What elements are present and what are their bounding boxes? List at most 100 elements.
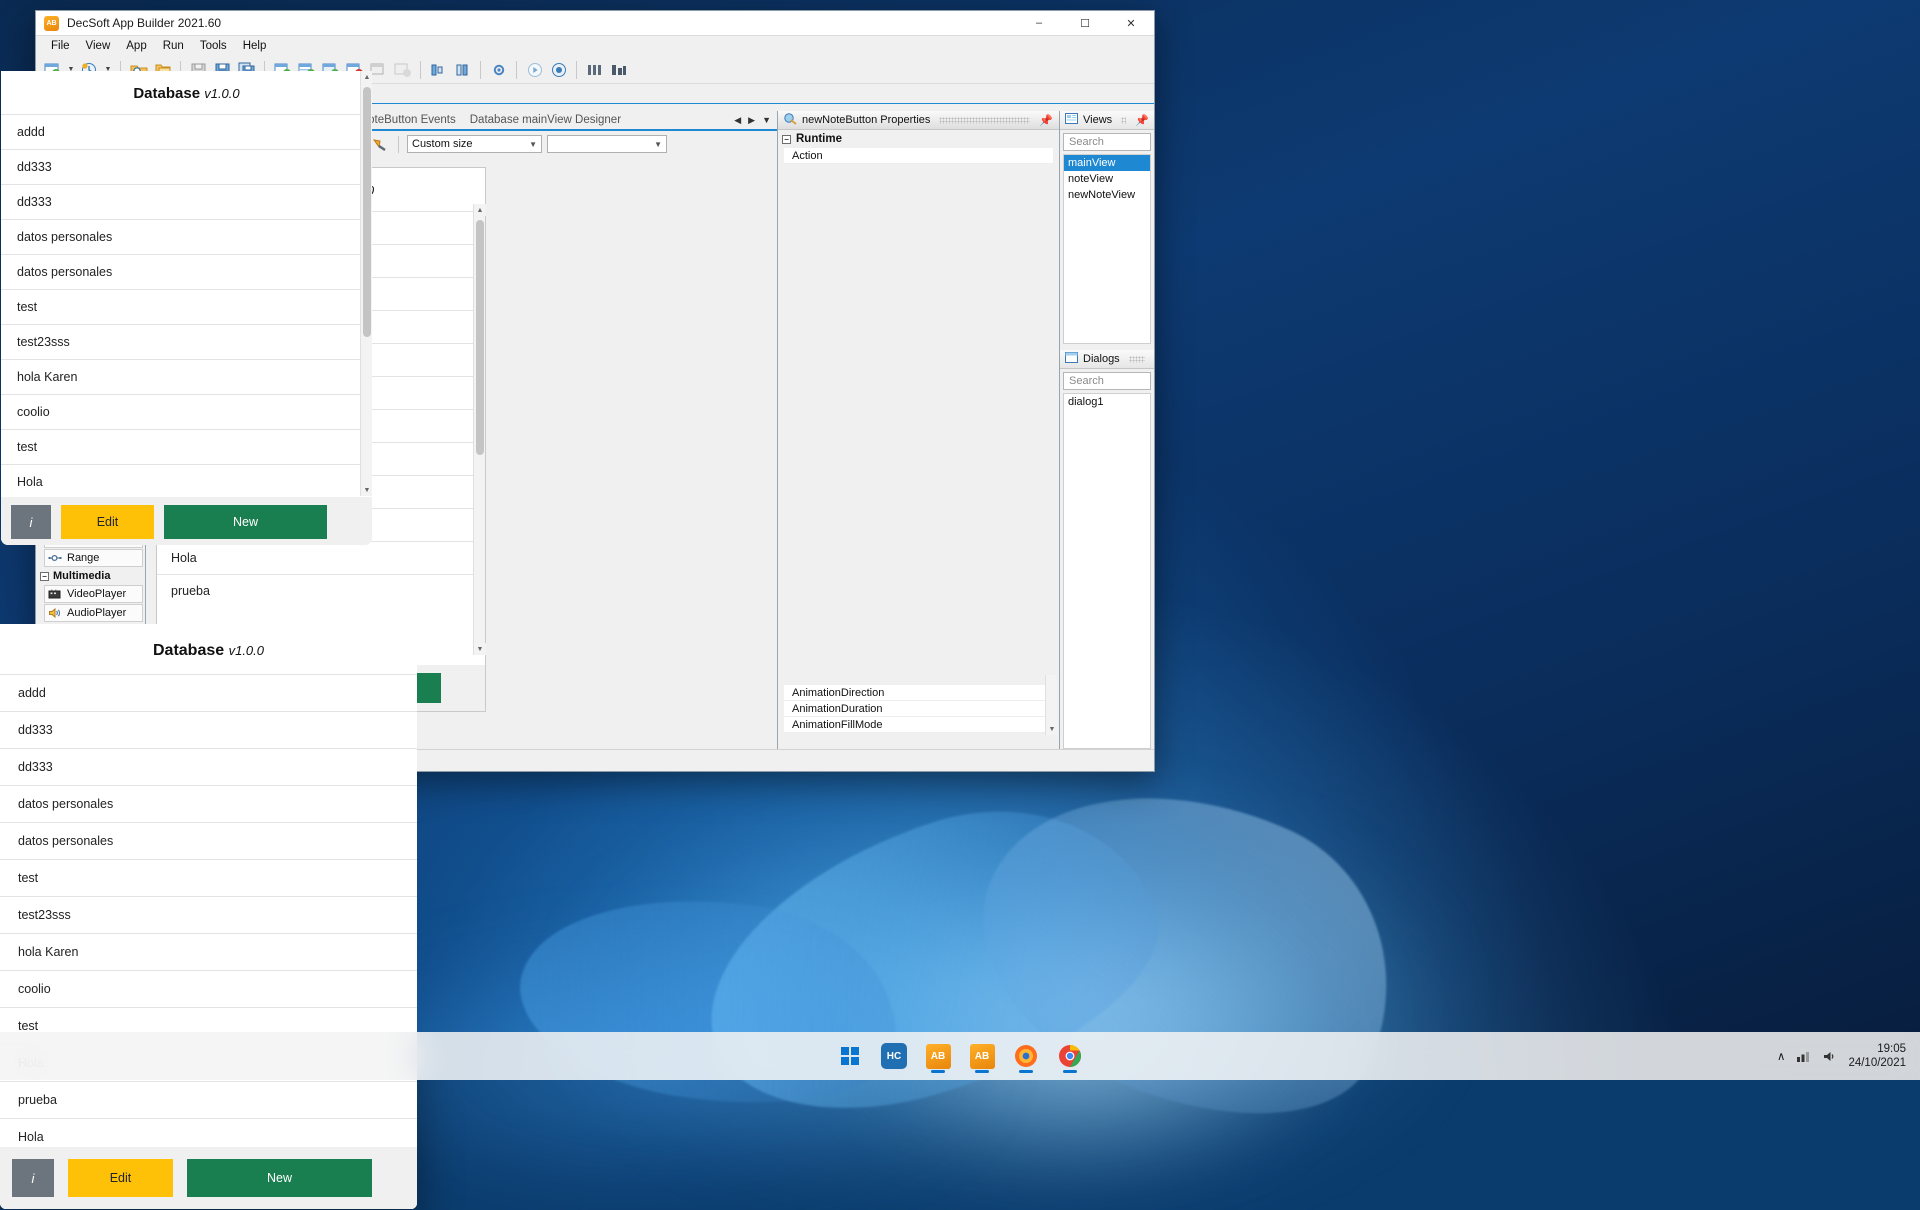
align-left-icon[interactable] bbox=[428, 60, 449, 80]
properties-panel-drag-handle[interactable] bbox=[939, 117, 1030, 124]
firefox-taskbar-button[interactable] bbox=[1007, 1037, 1045, 1075]
views-list-item-mainview[interactable]: mainView bbox=[1064, 155, 1150, 171]
firefox-scroll-thumb[interactable] bbox=[363, 87, 371, 337]
firefox-info-button[interactable]: i bbox=[11, 505, 51, 539]
views-panel-drag-handle[interactable] bbox=[1121, 117, 1126, 124]
note-list-item[interactable]: datos personales bbox=[1, 219, 372, 254]
note-list-item[interactable]: addd bbox=[1, 114, 372, 149]
tool-item-audioplayer[interactable]: AudioPlayer bbox=[44, 604, 143, 622]
volume-icon[interactable] bbox=[1822, 1050, 1837, 1063]
menu-tools[interactable]: Tools bbox=[193, 38, 234, 54]
note-list-item[interactable]: coolio bbox=[1, 394, 372, 429]
property-row[interactable]: Action bbox=[784, 148, 1053, 164]
tool-item-range[interactable]: Range bbox=[44, 549, 143, 567]
property-row[interactable]: AnimationDirection bbox=[784, 685, 1053, 701]
properties-animation-rows[interactable]: AnimationDirectionAnimationDurationAnima… bbox=[784, 685, 1053, 733]
note-list-item[interactable]: hola Karen bbox=[1, 359, 372, 394]
align-center-icon[interactable] bbox=[452, 60, 473, 80]
note-list-item[interactable]: test bbox=[1, 289, 372, 324]
dialogs-panel-drag-handle[interactable] bbox=[1129, 356, 1145, 363]
firefox-note-list[interactable]: addddd333dd333datos personalesdatos pers… bbox=[1, 114, 372, 497]
run-app-icon[interactable] bbox=[524, 60, 545, 80]
dialogs-search-input[interactable]: Search bbox=[1063, 372, 1151, 390]
note-list-item[interactable]: test bbox=[0, 859, 417, 896]
note-list-item[interactable]: dd333 bbox=[0, 748, 417, 785]
views-list-item-noteview[interactable]: noteView bbox=[1064, 171, 1150, 187]
menu-view[interactable]: View bbox=[79, 38, 118, 54]
ide-maximize-button[interactable]: ☐ bbox=[1062, 11, 1108, 35]
firefox-scrollbar[interactable]: ▲ ▼ bbox=[360, 71, 372, 496]
dialogs-list[interactable]: dialog1 bbox=[1063, 393, 1151, 749]
menu-app[interactable]: App bbox=[119, 38, 153, 54]
firefox-scroll-up-icon[interactable]: ▲ bbox=[361, 71, 373, 83]
debugger-url-input[interactable]: ▼ bbox=[547, 135, 667, 153]
note-list-item[interactable]: coolio bbox=[0, 970, 417, 1007]
property-row[interactable]: AnimationFillMode bbox=[784, 717, 1053, 733]
menu-run[interactable]: Run bbox=[156, 38, 191, 54]
menu-help[interactable]: Help bbox=[236, 38, 274, 54]
chrome-edit-button[interactable]: Edit bbox=[68, 1159, 173, 1197]
tools-group-multimedia[interactable]: −Multimedia bbox=[38, 568, 143, 584]
properties-group-runtime[interactable]: − Runtime bbox=[778, 130, 1059, 148]
note-list-item[interactable]: prueba bbox=[0, 1081, 417, 1118]
note-list-item[interactable]: datos personales bbox=[0, 785, 417, 822]
preview-scroll-up-icon[interactable]: ▲ bbox=[474, 204, 486, 216]
note-list-item[interactable]: hola Karen bbox=[0, 933, 417, 970]
chrome-window[interactable]: AB Database ✕ + – ☐ ✕ ← → ⟳ 127.0.0.1:88… bbox=[0, 546, 417, 1209]
note-list-item[interactable]: addd bbox=[0, 674, 417, 711]
network-icon[interactable] bbox=[1796, 1050, 1811, 1063]
debugger-size-select[interactable]: Custom size ▼ bbox=[407, 135, 542, 153]
pin-icon[interactable]: 📌 bbox=[1135, 114, 1149, 127]
hc-app-button[interactable]: HC bbox=[875, 1037, 913, 1075]
firefox-new-button[interactable]: New bbox=[164, 505, 327, 539]
note-list-item[interactable]: datos personales bbox=[0, 822, 417, 859]
pin-icon[interactable]: 📌 bbox=[1039, 114, 1053, 127]
note-list-item[interactable]: dd333 bbox=[0, 711, 417, 748]
tabs-next-icon[interactable]: ▶ bbox=[748, 115, 755, 126]
clock[interactable]: 19:05 24/10/2021 bbox=[1848, 1042, 1906, 1071]
properties-scrollbar[interactable]: ▼ bbox=[1045, 675, 1057, 735]
firefox-window[interactable]: AB Database ✕ + – ☐ ✕ ← → ⟳ 127.0.0.1:88… bbox=[0, 0, 373, 546]
menu-file[interactable]: File bbox=[44, 38, 77, 54]
collapse-toggle-icon[interactable]: − bbox=[40, 572, 49, 581]
debug-app-icon[interactable] bbox=[548, 60, 569, 80]
note-list-item[interactable]: Hola bbox=[157, 541, 485, 574]
chrome-info-button[interactable]: i bbox=[12, 1159, 54, 1197]
note-list-item[interactable]: dd333 bbox=[1, 149, 372, 184]
tabs-list-icon[interactable]: ▼ bbox=[762, 115, 771, 126]
preview-scrollbar[interactable]: ▲ ▼ bbox=[473, 204, 485, 655]
note-list-item[interactable]: Hola bbox=[0, 1118, 417, 1147]
app-builder-taskbar-button-2[interactable]: AB bbox=[963, 1037, 1001, 1075]
firefox-scroll-down-icon[interactable]: ▼ bbox=[361, 484, 373, 496]
chrome-new-button[interactable]: New bbox=[187, 1159, 372, 1197]
collapse-toggle-icon[interactable]: − bbox=[782, 135, 791, 144]
views-search-input[interactable]: Search bbox=[1063, 133, 1151, 151]
properties-scroll-down-icon[interactable]: ▼ bbox=[1046, 723, 1058, 735]
views-list[interactable]: mainViewnoteViewnewNoteView bbox=[1063, 154, 1151, 344]
build-icon[interactable] bbox=[608, 60, 629, 80]
tabs-prev-icon[interactable]: ◀ bbox=[734, 115, 741, 126]
note-list-item[interactable]: test23sss bbox=[0, 896, 417, 933]
settings-gear-icon[interactable] bbox=[488, 60, 509, 80]
start-button[interactable] bbox=[831, 1037, 869, 1075]
properties-panel-header[interactable]: newNoteButton Properties 📌 bbox=[778, 111, 1059, 130]
views-list-item-newnoteview[interactable]: newNoteView bbox=[1064, 187, 1150, 203]
tray-chevron-icon[interactable]: ∧ bbox=[1777, 1049, 1785, 1063]
properties-grid[interactable]: Action AnimationDirectionAnimationDurati… bbox=[778, 148, 1059, 749]
firefox-edit-button[interactable]: Edit bbox=[61, 505, 154, 539]
note-list-item[interactable]: test bbox=[1, 429, 372, 464]
debugger-inspect-icon[interactable] bbox=[369, 134, 390, 154]
compile-icon[interactable] bbox=[584, 60, 605, 80]
preview-scroll-down-icon[interactable]: ▼ bbox=[474, 643, 486, 655]
ide-titlebar[interactable]: AB DecSoft App Builder 2021.60 – ☐ ✕ bbox=[36, 11, 1154, 36]
note-list-item[interactable]: test23sss bbox=[1, 324, 372, 359]
dialogs-list-item-dialog1[interactable]: dialog1 bbox=[1064, 394, 1150, 410]
note-list-item[interactable]: dd333 bbox=[1, 184, 372, 219]
note-list-item[interactable]: datos personales bbox=[1, 254, 372, 289]
tool-item-videoplayer[interactable]: VideoPlayer bbox=[44, 585, 143, 603]
ide-close-button[interactable]: ✕ bbox=[1108, 11, 1154, 35]
ide-minimize-button[interactable]: – bbox=[1016, 11, 1062, 35]
tab-mainview-designer[interactable]: Database mainView Designer bbox=[463, 110, 628, 130]
property-row[interactable]: AnimationDuration bbox=[784, 701, 1053, 717]
chrome-taskbar-button[interactable] bbox=[1051, 1037, 1089, 1075]
